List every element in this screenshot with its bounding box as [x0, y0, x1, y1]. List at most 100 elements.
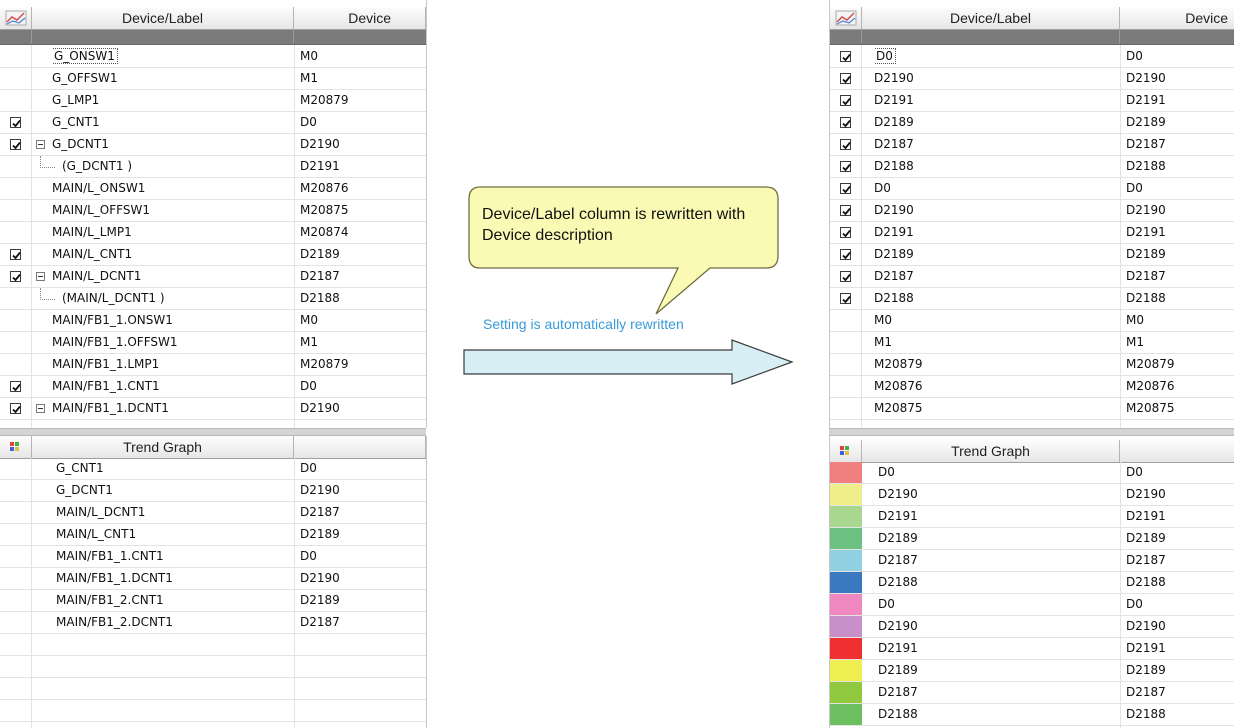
graph-settings-icon[interactable]	[830, 7, 862, 29]
device-cell[interactable]: M1	[1126, 332, 1234, 353]
table-row[interactable]: MAIN/L_LMP1 M20874	[0, 222, 426, 244]
trend-label-cell[interactable]: MAIN/FB1_1.CNT1	[56, 546, 290, 567]
trend-label-cell[interactable]: D2187	[878, 550, 1116, 571]
device-label-cell[interactable]: D2187	[874, 266, 1116, 287]
device-label-cell[interactable]: G_ONSW1	[52, 46, 290, 67]
trend-row[interactable]	[0, 678, 426, 700]
table-row[interactable]: MAIN/FB1_1.CNT1 D0	[0, 376, 426, 398]
checkbox[interactable]	[10, 403, 21, 414]
checkbox[interactable]	[840, 161, 851, 172]
trend-device-cell[interactable]: D0	[1126, 462, 1234, 483]
palette-icon[interactable]	[830, 440, 862, 462]
trend-row[interactable]	[0, 722, 426, 728]
trend-label-cell[interactable]: D2190	[878, 616, 1116, 637]
device-cell[interactable]: M0	[1126, 310, 1234, 331]
device-label-cell[interactable]: D2188	[874, 288, 1116, 309]
device-label-cell[interactable]: D0	[874, 46, 1116, 67]
device-label-cell[interactable]: M20879	[874, 354, 1116, 375]
collapse-icon[interactable]	[36, 272, 45, 281]
device-label-cell[interactable]: MAIN/FB1_1.LMP1	[52, 354, 290, 375]
device-cell[interactable]: D2191	[1126, 90, 1234, 111]
checkbox[interactable]	[840, 271, 851, 282]
trend-row[interactable]	[0, 656, 426, 678]
device-cell[interactable]: D2189	[1126, 244, 1234, 265]
table-row[interactable]: D0 D0	[830, 46, 1234, 68]
device-label-cell[interactable]: M20875	[874, 398, 1116, 419]
trend-device-cell[interactable]: D2187	[300, 502, 410, 523]
device-label-cell[interactable]: MAIN/FB1_1.OFFSW1	[52, 332, 290, 353]
palette-icon[interactable]	[0, 436, 32, 458]
table-row[interactable]: M0 M0	[830, 310, 1234, 332]
trend-row[interactable]: D2188 D2188	[830, 704, 1234, 726]
trend-device-cell[interactable]: D2188	[1126, 704, 1234, 725]
table-row[interactable]: D2187 D2187	[830, 266, 1234, 288]
device-label-cell[interactable]: M20876	[874, 376, 1116, 397]
table-row[interactable]: MAIN/FB1_1.OFFSW1 M1	[0, 332, 426, 354]
table-row[interactable]: (G_DCNT1 ) D2191	[0, 156, 426, 178]
trend-row[interactable]: D2190 D2190	[830, 484, 1234, 506]
checkbox[interactable]	[840, 293, 851, 304]
table-row[interactable]: D2189 D2189	[830, 112, 1234, 134]
checkbox[interactable]	[10, 249, 21, 260]
trend-device-cell[interactable]: D2189	[1126, 528, 1234, 549]
trend-graph-column-header[interactable]: Trend Graph	[862, 440, 1120, 462]
device-cell[interactable]: M20876	[1126, 376, 1234, 397]
device-column-header[interactable]: Device	[1120, 7, 1234, 29]
device-cell[interactable]: D0	[1126, 46, 1234, 67]
trend-label-cell[interactable]: D2187	[878, 682, 1116, 703]
table-row[interactable]: G_ONSW1 M0	[0, 46, 426, 68]
checkbox[interactable]	[840, 227, 851, 238]
trend-device-cell[interactable]: D2189	[300, 590, 410, 611]
device-cell[interactable]: D2190	[1126, 200, 1234, 221]
device-cell[interactable]: D2190	[300, 134, 410, 155]
device-cell[interactable]: M0	[300, 46, 410, 67]
trend-label-cell[interactable]: D0	[878, 594, 1116, 615]
trend-row[interactable]: D2189 D2189	[830, 528, 1234, 550]
table-row[interactable]: MAIN/FB1_1.ONSW1 M0	[0, 310, 426, 332]
table-row[interactable]: MAIN/L_ONSW1 M20876	[0, 178, 426, 200]
device-cell[interactable]: M20879	[1126, 354, 1234, 375]
table-row[interactable]: D2189 D2189	[830, 244, 1234, 266]
device-cell[interactable]: M20875	[300, 200, 410, 221]
table-row[interactable]: G_CNT1 D0	[0, 112, 426, 134]
trend-label-cell[interactable]: G_DCNT1	[56, 480, 290, 501]
device-cell[interactable]: D2187	[1126, 266, 1234, 287]
trend-label-cell[interactable]: D2190	[878, 484, 1116, 505]
trend-label-cell[interactable]: MAIN/FB1_2.CNT1	[56, 590, 290, 611]
trend-label-cell[interactable]: MAIN/L_DCNT1	[56, 502, 290, 523]
device-label-column-header[interactable]: Device/Label	[862, 7, 1120, 29]
device-cell[interactable]: D2189	[300, 244, 410, 265]
device-label-cell[interactable]: M1	[874, 332, 1116, 353]
table-row[interactable]: MAIN/FB1_1.DCNT1 D2190	[0, 398, 426, 420]
trend-label-cell[interactable]: D0	[878, 462, 1116, 483]
device-label-cell[interactable]: MAIN/L_CNT1	[52, 244, 290, 265]
trend-color-swatch[interactable]	[830, 528, 862, 549]
trend-label-cell[interactable]: D2191	[878, 506, 1116, 527]
trend-label-cell[interactable]: D2188	[878, 572, 1116, 593]
trend-device-cell[interactable]: D2191	[1126, 506, 1234, 527]
checkbox[interactable]	[840, 51, 851, 62]
trend-row[interactable]	[0, 634, 426, 656]
trend-row[interactable]: MAIN/FB1_1.CNT1 D0	[0, 546, 426, 568]
trend-device-column-header[interactable]	[294, 436, 426, 458]
trend-device-cell[interactable]: D2187	[300, 612, 410, 633]
device-cell[interactable]: M20879	[300, 90, 410, 111]
checkbox[interactable]	[10, 139, 21, 150]
checkbox[interactable]	[840, 139, 851, 150]
trend-label-cell[interactable]	[56, 656, 290, 677]
collapse-icon[interactable]	[36, 404, 45, 413]
device-cell[interactable]: M20874	[300, 222, 410, 243]
trend-row[interactable]: MAIN/L_CNT1 D2189	[0, 524, 426, 546]
device-cell[interactable]: D2188	[1126, 156, 1234, 177]
trend-device-cell[interactable]: D2189	[300, 524, 410, 545]
trend-row[interactable]: D2188 D2188	[830, 572, 1234, 594]
checkbox[interactable]	[840, 183, 851, 194]
device-label-cell[interactable]: G_OFFSW1	[52, 68, 290, 89]
trend-label-cell[interactable]: MAIN/L_CNT1	[56, 524, 290, 545]
device-cell[interactable]: D0	[1126, 178, 1234, 199]
table-row[interactable]: MAIN/FB1_1.LMP1 M20879	[0, 354, 426, 376]
device-cell[interactable]: M1	[300, 332, 410, 353]
trend-color-swatch[interactable]	[830, 638, 862, 659]
trend-row[interactable]: D0 D0	[830, 462, 1234, 484]
checkbox[interactable]	[10, 117, 21, 128]
